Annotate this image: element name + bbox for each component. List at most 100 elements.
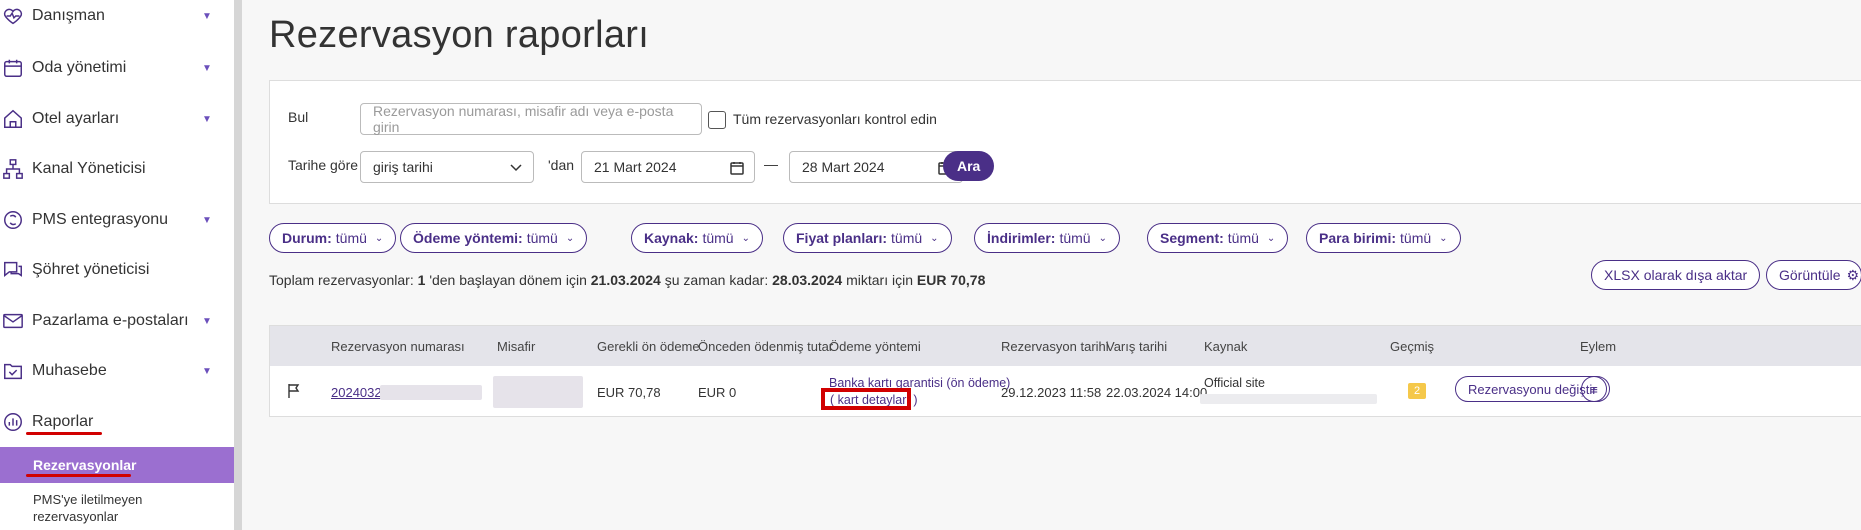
sidebar-item-advisor[interactable]: Danışman ▼ (0, 0, 234, 41)
reservations-table: Rezervasyon numarası Misafir Gerekli ön … (269, 325, 1861, 417)
sidebar-subitem-unsent-pms[interactable]: PMS'ye iletilmeyen rezervasyonlar (33, 491, 223, 525)
filter-panel: Bul Rezervasyon numarası, misafir adı ve… (269, 80, 1861, 204)
summary-text: 'den başlayan dönem için (429, 272, 587, 288)
from-label: 'dan (548, 157, 575, 173)
sidebar-subitem-reservations[interactable]: Rezervasyonlar (0, 447, 238, 483)
sidebar-item-reports[interactable]: Raporlar (0, 397, 234, 447)
filter-chip-source[interactable]: Kaynak: tümü ⌄ (631, 223, 763, 253)
gear-icon: ⚙ (1846, 266, 1860, 283)
filter-chip-currency[interactable]: Para birimi: tümü ⌄ (1306, 223, 1461, 253)
sidebar-item-label: Muhasebe (32, 362, 107, 379)
filter-chip-segment[interactable]: Segment: tümü ⌄ (1147, 223, 1289, 253)
flag-icon[interactable] (287, 383, 301, 402)
chevron-down-icon: ⌄ (565, 232, 575, 244)
chevron-down-icon (510, 164, 522, 172)
column-header[interactable]: Rezervasyon tarihi (1001, 339, 1109, 354)
filter-chip-payment-method[interactable]: Ödeme yöntemi: tümü ⌄ (400, 223, 588, 253)
sidebar-item-label: PMS entegrasyonu (32, 211, 169, 228)
date-type-value: giriş tarihi (373, 159, 433, 175)
reservation-summary: Toplam rezervasyonlar: 1 'den başlayan d… (269, 272, 985, 288)
chip-key: Fiyat planları: (796, 230, 888, 246)
highlight-box (821, 388, 911, 410)
find-label: Bul (288, 109, 309, 125)
redacted-source-detail (1200, 394, 1377, 404)
chevron-down-icon: ▼ (202, 10, 212, 22)
column-header[interactable]: Gerekli ön ödeme (597, 339, 700, 354)
chip-value: tümü (1227, 230, 1259, 246)
chip-value: tümü (335, 230, 367, 246)
sidebar-item-accounting[interactable]: Muhasebe ▼ (0, 346, 234, 396)
chevron-down-icon: ⌄ (1098, 232, 1107, 244)
date-range-dash: — (764, 156, 778, 172)
summary-text: şu zaman kadar: (664, 272, 769, 288)
history-count-badge[interactable]: 2 (1408, 383, 1426, 399)
sidebar-item-reputation[interactable]: Şöhret yöneticisi (0, 245, 234, 295)
date-from-input[interactable]: 21 Mart 2024 (581, 151, 755, 183)
sidebar-item-marketing-emails[interactable]: Pazarlama e-postaları ▼ (0, 296, 234, 346)
prepaid-amount: EUR 0 (698, 385, 737, 400)
chart-circle-icon (2, 411, 24, 433)
sidebar-item-hotel-settings[interactable]: Otel ayarları ▼ (0, 94, 234, 144)
sidebar-scroll-divider[interactable] (234, 0, 242, 530)
check-all-label: Tüm rezervasyonları kontrol edin (733, 111, 937, 127)
chevron-down-icon: ⌄ (930, 232, 939, 244)
heart-pulse-icon (2, 5, 24, 27)
filter-chip-discounts[interactable]: İndirimler: tümü ⌄ (974, 223, 1120, 253)
column-header[interactable]: Geçmiş (1390, 339, 1434, 354)
sidebar-item-label: Kanal Yöneticisi (32, 160, 146, 177)
column-header[interactable]: Rezervasyon numarası (331, 339, 465, 354)
network-icon (2, 158, 24, 180)
column-header[interactable]: Kaynak (1204, 339, 1247, 354)
search-input[interactable]: Rezervasyon numarası, misafir adı veya e… (360, 103, 702, 135)
chevron-down-icon: ⌄ (1439, 232, 1448, 244)
filter-chip-status[interactable]: Durum: tümü ⌄ (269, 223, 397, 253)
sidebar-item-rooms[interactable]: Oda yönetimi ▼ (0, 43, 234, 93)
calendar-icon (730, 162, 744, 175)
export-xlsx-button[interactable]: XLSX olarak dışa aktar (1591, 260, 1761, 290)
chip-value: tümü (526, 230, 558, 246)
chip-value: tümü (1400, 230, 1432, 246)
chip-value: tümü (702, 230, 734, 246)
sidebar-item-label: Şöhret yöneticisi (32, 261, 150, 278)
filter-chip-rate-plans[interactable]: Fiyat planları: tümü ⌄ (783, 223, 952, 253)
date-by-label: Tarihe göre (288, 157, 359, 173)
sidebar-item-channel-manager[interactable]: Kanal Yöneticisi (0, 144, 234, 194)
sidebar-item-label: Oda yönetimi (32, 59, 127, 76)
redacted-number (380, 385, 482, 400)
chip-key: Kaynak: (644, 230, 699, 246)
date-to-value: 28 Mart 2024 (802, 159, 885, 175)
chip-value: tümü (1059, 230, 1091, 246)
chevron-down-icon: ▼ (202, 365, 212, 377)
home-icon (2, 108, 24, 130)
column-header[interactable]: Varış tarihi (1106, 339, 1167, 354)
chevron-down-icon: ▼ (202, 113, 212, 125)
required-prepayment: EUR 70,78 (597, 385, 661, 400)
summary-prefix: Toplam rezervasyonlar: (269, 272, 414, 288)
column-header[interactable]: Önceden ödenmiş tutar (698, 339, 833, 354)
source: Official site (1204, 376, 1265, 390)
chip-key: Segment: (1160, 230, 1224, 246)
sidebar-item-label: Raporlar (32, 413, 94, 430)
envelope-icon (2, 310, 24, 332)
sidebar-item-pms-integration[interactable]: PMS entegrasyonu ▼ (0, 195, 234, 245)
search-button[interactable]: Ara (943, 151, 995, 181)
more-menu-icon[interactable]: ≡ (1581, 376, 1607, 402)
summary-end-date: 28.03.2024 (772, 272, 843, 288)
summary-amount: EUR 70,78 (916, 272, 986, 288)
highlight-underline (26, 474, 131, 477)
sidebar-item-label: Danışman (32, 7, 105, 24)
check-all-checkbox[interactable] (708, 111, 726, 129)
chip-key: İndirimler: (987, 230, 1056, 246)
folder-check-icon (2, 360, 24, 382)
chat-bubbles-icon (2, 259, 24, 281)
view-settings-button[interactable]: Görüntüle ⚙ (1766, 260, 1861, 290)
date-to-input[interactable]: 28 Mart 2024 (789, 151, 963, 183)
column-header[interactable]: Ödeme yöntemi (829, 339, 921, 354)
redacted-guest (493, 376, 583, 408)
chevron-down-icon: ▼ (202, 214, 212, 226)
date-type-select[interactable]: giriş tarihi (360, 151, 534, 183)
sync-icon (2, 209, 24, 231)
chip-key: Ödeme yöntemi: (413, 230, 523, 246)
table-header: Rezervasyon numarası Misafir Gerekli ön … (270, 326, 1861, 366)
column-header[interactable]: Misafir (497, 339, 535, 354)
